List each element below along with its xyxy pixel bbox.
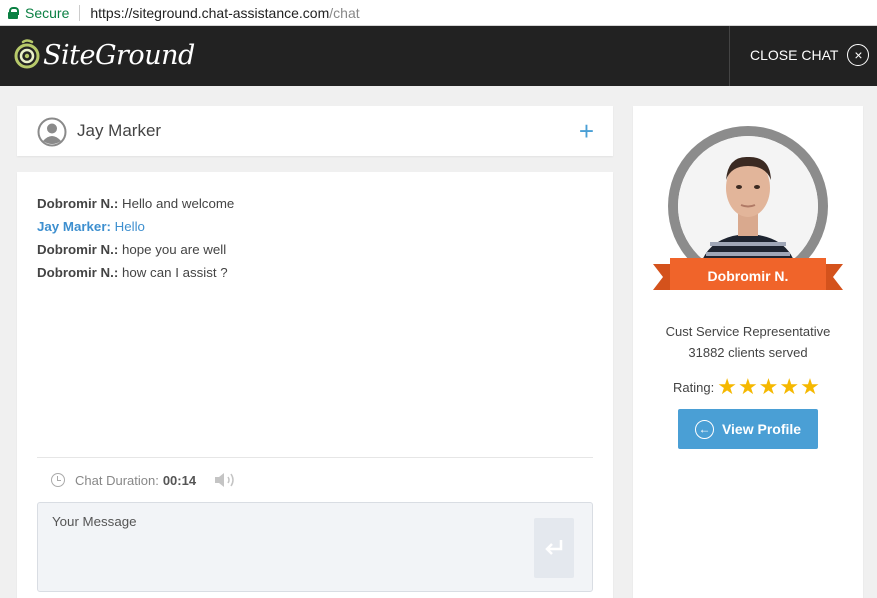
agent-role: Cust Service Representative <box>665 324 831 339</box>
chat-panel: Dobromir N.: Hello and welcome Jay Marke… <box>17 172 613 598</box>
message-list: Dobromir N.: Hello and welcome Jay Marke… <box>37 192 593 284</box>
message-text: how can I assist ? <box>121 265 228 280</box>
divider <box>37 457 593 458</box>
message-sender: Jay Marker: <box>37 219 111 234</box>
view-profile-label: View Profile <box>721 421 802 437</box>
url-host[interactable]: https://siteground.chat-assistance.com <box>90 5 329 21</box>
agent-profile-card: Dobromir N. Cust Service Representative … <box>633 106 863 598</box>
user-name: Jay Marker <box>77 121 162 140</box>
message-sender: Dobromir N.: <box>37 196 119 211</box>
speaker-icon[interactable] <box>214 472 240 488</box>
message: Jay Marker: Hello <box>37 215 593 238</box>
message-sender: Dobromir N.: <box>37 242 119 257</box>
agent-clients-served: 31882 clients served <box>688 345 808 360</box>
enter-icon <box>545 540 563 555</box>
rating-label: Rating: <box>673 379 715 395</box>
chat-duration-value: 00:14 <box>162 472 197 488</box>
agent-portrait <box>678 136 818 276</box>
send-button[interactable] <box>534 518 574 578</box>
lock-icon <box>8 6 19 19</box>
star-icon: ★ <box>758 374 779 399</box>
siteground-logo[interactable]: SiteGround <box>14 39 195 71</box>
header-divider <box>729 26 730 86</box>
message-text: hope you are well <box>121 242 227 257</box>
add-icon[interactable]: + <box>579 116 594 147</box>
view-profile-button[interactable]: ← View Profile <box>678 409 818 449</box>
clock-icon <box>51 473 65 487</box>
agent-rating: Rating: ★ ★ ★ ★ ★ <box>673 376 821 398</box>
arrow-left-icon: ← <box>694 419 714 439</box>
message-input[interactable] <box>38 503 528 591</box>
close-icon: × <box>847 44 870 66</box>
star-icon: ★ <box>717 374 737 399</box>
chat-duration: Chat Duration: 00:14 <box>51 472 240 488</box>
close-chat-button[interactable]: CLOSE CHAT × <box>750 44 870 66</box>
agent-name: Dobromir N. <box>707 268 789 284</box>
agent-photo <box>678 136 818 276</box>
site-header: SiteGround CLOSE CHAT × <box>0 26 877 86</box>
close-chat-label: CLOSE CHAT <box>750 47 839 63</box>
message-sender: Dobromir N.: <box>37 265 119 280</box>
star-icon: ★ <box>779 374 800 399</box>
message-text: Hello <box>114 219 145 234</box>
user-avatar-icon <box>37 117 67 147</box>
message: Dobromir N.: hope you are well <box>37 238 593 261</box>
message-composer <box>37 502 593 592</box>
siteground-logo-icon <box>14 39 40 69</box>
message: Dobromir N.: Hello and welcome <box>37 192 593 215</box>
message: Dobromir N.: how can I assist ? <box>37 261 593 284</box>
star-icon: ★ <box>800 374 820 399</box>
logo-text: SiteGround <box>43 39 195 71</box>
chat-duration-label: Chat Duration: <box>75 472 159 488</box>
message-text: Hello and welcome <box>121 196 235 211</box>
rating-stars: ★ ★ ★ ★ ★ <box>717 376 821 398</box>
url-divider <box>79 4 81 21</box>
secure-label: Secure <box>25 4 70 21</box>
browser-url-bar[interactable]: Secure https://siteground.chat-assistanc… <box>0 0 877 26</box>
url-path[interactable]: /chat <box>329 5 359 21</box>
session-header-card: Jay Marker + <box>17 106 613 156</box>
star-icon: ★ <box>737 374 758 399</box>
